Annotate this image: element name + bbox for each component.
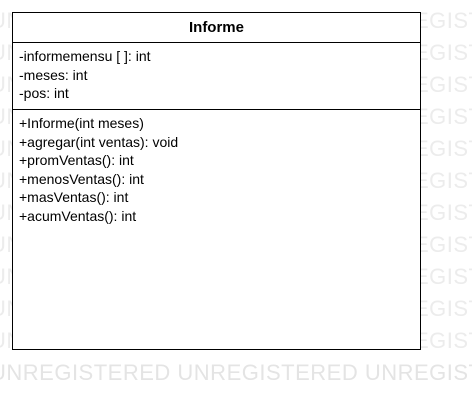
attribute-item: -meses: int — [19, 66, 88, 83]
attribute-item: -pos: int — [19, 85, 69, 101]
watermark-text: UNREGISTERED UNREGISTERED UNREGISTERED — [0, 360, 472, 385]
operation-item: +masVentas(): int — [19, 189, 129, 205]
operation-item: +acumVentas(): int — [19, 207, 137, 224]
operation-item: +menosVentas(): int — [19, 170, 144, 187]
diagram-canvas: UNREGISTERED UNREGISTERED UNREGISTERED U… — [0, 0, 472, 402]
attributes-compartment: -informemensu [ ]: int -meses: int -pos:… — [13, 43, 420, 110]
attribute-item: -informemensu [ ]: int — [19, 48, 151, 64]
operation-item: +promVentas(): int — [19, 152, 134, 168]
class-name: Informe — [13, 13, 420, 43]
operations-compartment: +Informe(int meses) +agregar(int ventas)… — [13, 110, 420, 229]
operation-item: +agregar(int ventas): void — [19, 133, 179, 150]
uml-class-box[interactable]: Informe -informemensu [ ]: int -meses: i… — [12, 12, 421, 350]
operation-item: +Informe(int meses) — [19, 115, 144, 131]
